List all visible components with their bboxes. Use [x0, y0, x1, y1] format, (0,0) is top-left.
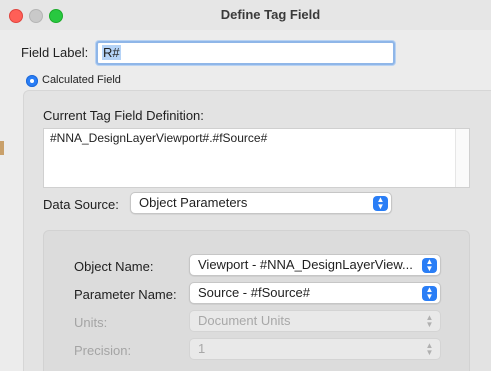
parameter-name-select[interactable]: Source - #fSource# ▲ ▼ — [189, 282, 441, 304]
data-source-value: Object Parameters — [139, 195, 248, 210]
chevron-up-down-icon: ▲ ▼ — [425, 313, 434, 329]
object-name-value: Viewport - #NNA_DesignLayerView... — [198, 257, 413, 272]
definition-scrollbar[interactable] — [455, 129, 469, 187]
definition-textarea[interactable]: #NNA_DesignLayerViewport#.#fSource# — [43, 128, 470, 188]
title-bar: Define Tag Field — [0, 0, 491, 30]
field-label-value: R# — [102, 45, 121, 60]
precision-caption: Precision: — [74, 343, 132, 358]
data-source-caption: Data Source: — [43, 197, 119, 212]
object-name-caption: Object Name: — [74, 259, 154, 274]
window-title: Define Tag Field — [220, 7, 321, 22]
field-label-caption: Field Label: — [21, 45, 89, 60]
units-select: Document Units ▲ ▼ — [189, 310, 441, 332]
definition-caption: Current Tag Field Definition: — [43, 108, 204, 123]
chevron-up-down-icon: ▲ ▼ — [422, 258, 437, 273]
data-source-select[interactable]: Object Parameters ▲ ▼ — [130, 192, 392, 214]
precision-value: 1 — [198, 341, 206, 356]
units-caption: Units: — [74, 315, 108, 330]
field-label-input[interactable]: R# — [96, 41, 395, 65]
parameter-name-value: Source - #fSource# — [198, 285, 311, 300]
definition-text: #NNA_DesignLayerViewport#.#fSource# — [50, 131, 268, 145]
radio-selected-icon[interactable] — [26, 75, 38, 87]
precision-select: 1 ▲ ▼ — [189, 338, 441, 360]
chevron-up-down-icon: ▲ ▼ — [422, 286, 437, 301]
parameter-name-caption: Parameter Name: — [74, 287, 177, 302]
object-name-select[interactable]: Viewport - #NNA_DesignLayerView... ▲ ▼ — [189, 254, 441, 276]
units-value: Document Units — [198, 313, 291, 328]
calculated-field-radio-label[interactable]: Calculated Field — [42, 74, 121, 86]
background-window-edge — [0, 141, 4, 155]
chevron-up-down-icon: ▲ ▼ — [425, 341, 434, 357]
chevron-up-down-icon: ▲ ▼ — [373, 196, 388, 211]
